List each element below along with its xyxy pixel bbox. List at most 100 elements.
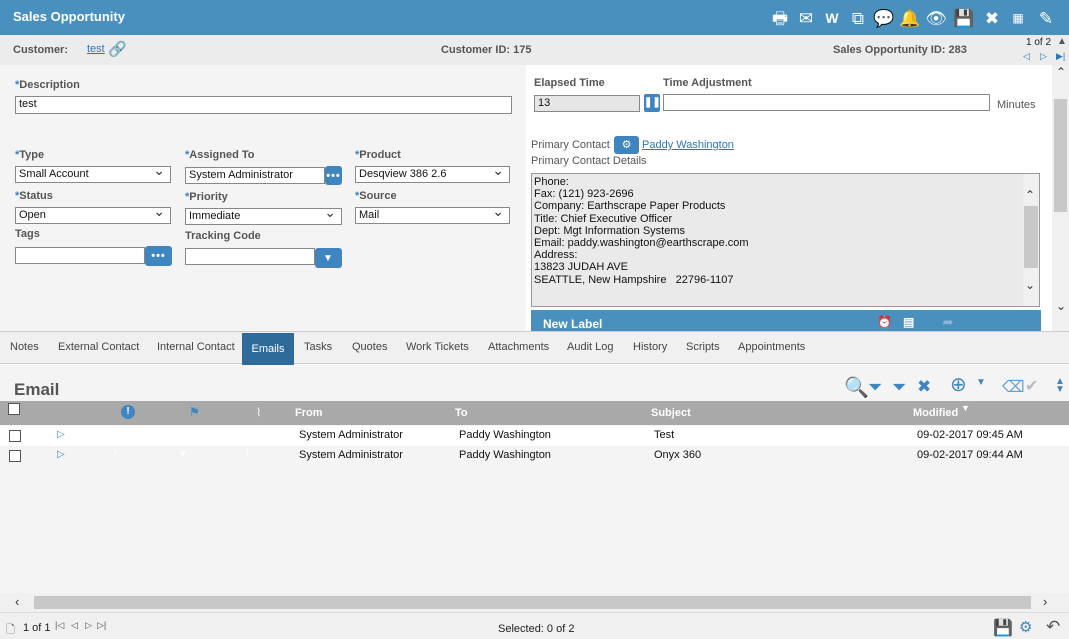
- scroll-down-icon[interactable]: ⌄: [1025, 278, 1035, 292]
- add-dropdown-icon[interactable]: ▼: [976, 377, 986, 388]
- prev-page-icon[interactable]: ◁: [71, 620, 78, 631]
- save-icon[interactable]: 💾: [952, 6, 976, 30]
- add-icon[interactable]: ⊕: [950, 372, 967, 397]
- attachment-col-icon[interactable]: ⌇: [256, 406, 261, 419]
- contact-picker-icon[interactable]: ⚙: [614, 136, 639, 154]
- close-icon[interactable]: ✖: [980, 6, 1004, 30]
- tab-appointments[interactable]: Appointments: [738, 341, 805, 353]
- tab-work-tickets[interactable]: Work Tickets: [406, 341, 469, 353]
- col-subject[interactable]: Subject: [651, 407, 691, 419]
- table-row[interactable]: ▷ System Administrator Paddy Washington …: [0, 426, 1069, 446]
- link-icon[interactable]: 🔗: [108, 40, 127, 58]
- product-label: *Product: [355, 149, 401, 161]
- tab-history[interactable]: History: [633, 341, 667, 353]
- type-label: *Type: [15, 149, 45, 161]
- tracking-label: Tracking Code: [185, 230, 261, 242]
- tab-scripts[interactable]: Scripts: [686, 341, 720, 353]
- last-icon[interactable]: ▶|: [1056, 51, 1065, 62]
- customer-link[interactable]: test: [87, 43, 105, 55]
- filter-apply-icon[interactable]: ⏷: [868, 377, 882, 398]
- expand-row-icon[interactable]: ▷: [57, 429, 65, 440]
- row-checkbox[interactable]: [9, 430, 21, 442]
- hscroll-thumb[interactable]: [34, 596, 1031, 609]
- last-page-icon[interactable]: ▷|: [97, 620, 106, 631]
- copy-icon[interactable]: ⧉: [846, 6, 870, 30]
- tab-attachments[interactable]: Attachments: [488, 341, 549, 353]
- col-to[interactable]: To: [455, 407, 468, 419]
- grid-hscrollbar[interactable]: ‹ ›: [0, 593, 1069, 612]
- select-all-checkbox[interactable]: [8, 403, 20, 415]
- details-scroll-thumb[interactable]: [1024, 206, 1038, 268]
- approve-icon[interactable]: ✔: [1025, 376, 1038, 396]
- tags-lookup-button[interactable]: •••: [145, 246, 172, 266]
- footer-save-icon[interactable]: 💾: [993, 618, 1013, 638]
- filter-clear-icon[interactable]: ⏷: [892, 377, 906, 398]
- calendar-icon[interactable]: ▤: [903, 315, 914, 329]
- chat-icon[interactable]: 💬: [872, 6, 896, 30]
- tab-tasks[interactable]: Tasks: [304, 341, 332, 353]
- word-icon[interactable]: W: [820, 6, 844, 30]
- sort-desc-icon[interactable]: ▼: [961, 403, 970, 413]
- undo-icon[interactable]: ↶: [1046, 617, 1060, 637]
- scroll-left-icon[interactable]: ‹: [15, 594, 19, 609]
- tab-internal-contact[interactable]: Internal Contact: [157, 341, 235, 353]
- status-select[interactable]: Open: [15, 207, 171, 224]
- assigned-lookup-button[interactable]: •••: [325, 166, 342, 185]
- email-icon[interactable]: ✉: [794, 6, 818, 30]
- cell-subject: Test: [654, 429, 675, 441]
- type-select[interactable]: Small Account: [15, 166, 171, 183]
- tab-quotes[interactable]: Quotes: [352, 341, 387, 353]
- description-label: *Description: [15, 79, 80, 91]
- opportunity-id: Sales Opportunity ID: 283: [833, 44, 967, 56]
- product-select[interactable]: Desqview 386 2.6: [355, 166, 510, 183]
- eraser-icon[interactable]: ⌫: [1002, 377, 1025, 397]
- footer-settings-icon[interactable]: ⚙: [1019, 618, 1032, 636]
- share-icon[interactable]: ➦: [943, 315, 953, 329]
- next-icon[interactable]: ▷: [1040, 51, 1047, 62]
- primary-contact-link[interactable]: Paddy Washington: [642, 139, 734, 151]
- form-scroll-down-icon[interactable]: ⌄: [1056, 299, 1066, 313]
- details-scrollbar[interactable]: ⌃ ⌄: [1023, 174, 1039, 306]
- new-label-bar: New Label ⏰ ▤ ➦: [531, 310, 1041, 331]
- form-scroll-up-icon[interactable]: ⌃: [1056, 65, 1066, 79]
- form-scrollbar[interactable]: ⌃ ⌄: [1052, 65, 1069, 331]
- tab-emails[interactable]: Emails: [242, 333, 294, 365]
- source-select[interactable]: Mail: [355, 207, 510, 224]
- tab-external-contact[interactable]: External Contact: [58, 341, 139, 353]
- tab-audit-log[interactable]: Audit Log: [567, 341, 613, 353]
- first-page-icon[interactable]: |◁: [55, 620, 64, 631]
- priority-select[interactable]: Immediate: [185, 208, 342, 225]
- description-input[interactable]: test: [15, 96, 512, 114]
- source-label: *Source: [355, 190, 397, 202]
- edit-icon[interactable]: ✎: [1034, 6, 1058, 30]
- print-icon[interactable]: 🖶: [768, 6, 792, 30]
- col-from[interactable]: From: [295, 407, 323, 419]
- tab-notes[interactable]: Notes: [10, 341, 39, 353]
- pause-icon[interactable]: ❚❚: [644, 94, 661, 112]
- table-row[interactable]: ▷ ! ▼ ⌇ System Administrator Paddy Washi…: [0, 446, 1069, 466]
- col-modified[interactable]: Modified: [913, 407, 958, 419]
- expand-icon[interactable]: ▲ ▼: [1055, 377, 1065, 395]
- contact-details-text: Phone: Fax: (121) 923-2696 Company: Earths…: [534, 176, 749, 286]
- ids-icon[interactable]: ▦: [1006, 6, 1030, 30]
- search-icon[interactable]: 🔍: [844, 375, 869, 400]
- clear-search-icon[interactable]: ✖: [917, 377, 931, 397]
- tags-input[interactable]: [15, 247, 145, 264]
- form-scroll-thumb[interactable]: [1054, 99, 1067, 212]
- flag-col-icon[interactable]: ⚑: [189, 405, 200, 419]
- scroll-up-icon[interactable]: ⌃: [1025, 188, 1035, 202]
- tracking-dropdown-button[interactable]: ▼: [315, 248, 342, 268]
- tracking-input[interactable]: [185, 248, 315, 265]
- expand-row-icon[interactable]: ▷: [57, 449, 65, 460]
- alarm-icon[interactable]: ⏰: [877, 315, 892, 329]
- next-page-icon[interactable]: ▷: [85, 620, 92, 631]
- prev-record-icon[interactable]: ▲: [1057, 36, 1067, 47]
- adjust-input[interactable]: [663, 94, 990, 111]
- back-icon[interactable]: ◁: [1023, 51, 1030, 62]
- priority-col-icon[interactable]: !: [121, 405, 135, 419]
- assigned-input[interactable]: System Administrator: [185, 167, 325, 184]
- scroll-right-icon[interactable]: ›: [1043, 594, 1047, 609]
- row-checkbox[interactable]: [9, 450, 21, 462]
- view-icon[interactable]: 👁: [924, 6, 948, 30]
- alert-add-icon[interactable]: 🔔: [898, 6, 922, 30]
